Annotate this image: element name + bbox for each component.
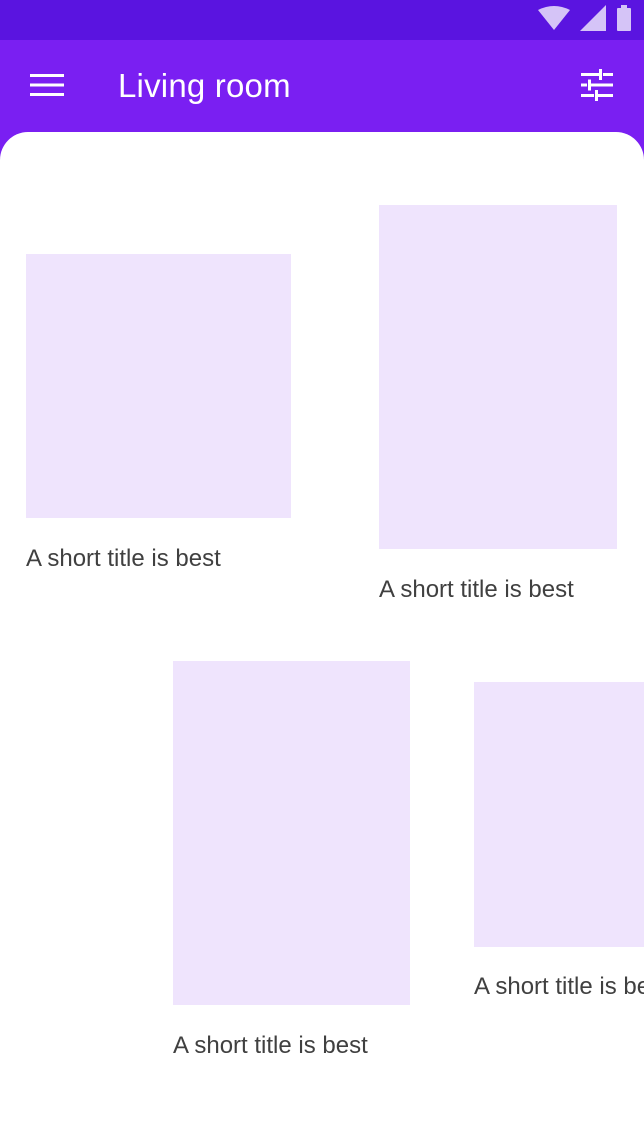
card-title: A short title is best [173,1032,368,1059]
card-thumbnail [173,661,410,1005]
menu-icon [30,73,64,102]
card-title: A short title is best [474,973,644,1000]
filter-button[interactable] [572,62,622,112]
card-title: A short title is best [26,545,221,572]
content-sheet: A short title is best A short title is b… [0,132,644,1144]
card-thumbnail [474,682,644,947]
wifi-icon [538,5,570,35]
status-icons [538,4,632,36]
battery-icon [616,4,632,36]
signal-icon [580,4,606,36]
status-bar [0,0,644,40]
app-bar: Living room [0,40,644,140]
menu-button[interactable] [22,62,72,112]
page-title: Living room [118,67,291,104]
card-thumbnail [379,205,617,549]
tune-icon [581,68,613,106]
card-title: A short title is best [379,576,574,603]
card-thumbnail [26,254,291,518]
